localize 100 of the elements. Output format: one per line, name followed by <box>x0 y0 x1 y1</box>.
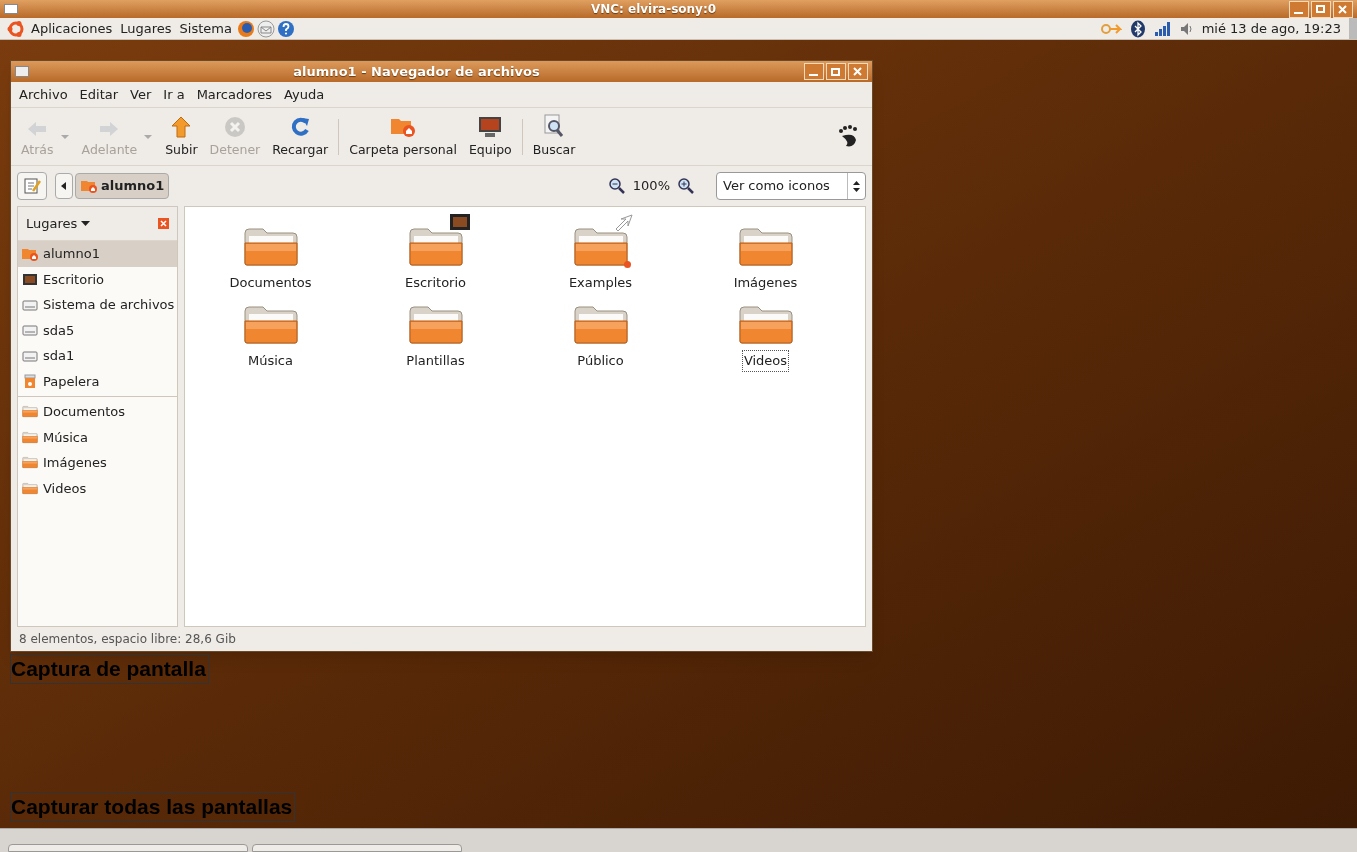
folder-icon <box>737 227 794 267</box>
toolbar-button[interactable]: Recargar <box>266 113 335 160</box>
toolbar-button[interactable]: Buscar <box>526 113 582 160</box>
minimize-button[interactable] <box>1289 0 1309 18</box>
close-button[interactable] <box>1333 0 1353 18</box>
sidebar-label: Sistema de archivos <box>43 296 175 314</box>
folder-label[interactable]: Música <box>247 351 294 371</box>
sidebar-item[interactable]: alumno1 <box>18 241 177 267</box>
panel-menu[interactable]: Sistema <box>176 18 235 39</box>
key-icon[interactable] <box>1099 21 1122 36</box>
folder-icon <box>22 456 38 470</box>
folder-label[interactable]: Videos <box>742 351 789 371</box>
toolbar-button[interactable]: Carpeta personal <box>343 113 463 160</box>
panel-handle <box>1349 18 1357 39</box>
spinner-arrows-icon <box>853 180 860 192</box>
sidebar-item[interactable]: Sistema de archivos <box>18 292 177 318</box>
sidebar-label: sda5 <box>43 321 75 340</box>
menu-item[interactable]: Ir a <box>157 83 191 106</box>
notepad-icon <box>23 177 41 195</box>
view-dropdown[interactable]: Ver como iconos <box>716 172 866 200</box>
trash-icon <box>23 373 37 389</box>
desktop-icon <box>22 272 38 286</box>
folder-label[interactable]: Imágenes <box>732 273 799 293</box>
envelope-icon[interactable] <box>256 19 275 38</box>
maximize-button[interactable] <box>1311 0 1331 18</box>
stop-icon <box>223 115 246 138</box>
folder-label[interactable]: Escritorio <box>403 273 468 293</box>
taskbar-button[interactable] <box>8 844 248 852</box>
window-title: alumno1 - Navegador de archivos <box>293 62 540 81</box>
left-arrow-icon <box>26 119 49 138</box>
speaker-icon[interactable] <box>1179 21 1194 36</box>
help-icon[interactable] <box>276 19 295 38</box>
zoom-out-icon[interactable] <box>608 178 625 194</box>
home-folder-icon <box>21 246 39 261</box>
desktop-emblem-icon <box>449 213 471 231</box>
toolbar-button[interactable]: Equipo <box>462 113 518 160</box>
sidebar-label: sda1 <box>43 347 75 365</box>
toggle-location-button[interactable] <box>17 172 47 200</box>
left-caret-icon <box>61 182 67 190</box>
folder-label[interactable]: Documentos <box>228 273 313 293</box>
search-icon <box>543 113 566 138</box>
folder-icon <box>572 305 629 345</box>
up-arrow-icon <box>171 115 192 138</box>
sidebar-item[interactable]: Papelera <box>18 368 177 394</box>
folder-icon <box>407 227 464 267</box>
sidebar-label: alumno1 <box>43 245 100 263</box>
maximize-button[interactable] <box>826 63 846 80</box>
folder-label[interactable]: Examples <box>567 273 634 293</box>
sidebar-label: Papelera <box>43 372 100 391</box>
close-sidebar-button[interactable] <box>158 218 169 229</box>
panel-menu[interactable]: Lugares <box>117 18 175 39</box>
taskbar-button[interactable] <box>252 844 462 852</box>
reload-icon <box>289 115 312 138</box>
folder-icon <box>22 481 38 495</box>
minimize-button[interactable] <box>804 63 824 80</box>
logo-icon[interactable] <box>6 19 26 38</box>
drive-icon <box>22 298 38 311</box>
zoom-level: 100% <box>632 177 670 196</box>
sidebar-item[interactable]: Escritorio <box>18 266 177 292</box>
window-title: VNC: elvira-sony:0 <box>590 1 717 18</box>
link-arrow-emblem-icon <box>614 213 634 233</box>
globe-icon[interactable] <box>236 19 255 38</box>
menu-item[interactable]: Marcadores <box>190 83 279 106</box>
sidebar-item[interactable]: Música <box>18 424 177 450</box>
status-text: 8 elementos, espacio libre: 28,6 Gib <box>19 631 236 648</box>
folder-icon <box>22 405 38 419</box>
sidebar-label: Documentos <box>43 403 126 421</box>
sidebar-label: Música <box>43 428 88 447</box>
clock[interactable]: mié 13 de ago, 19:23 <box>1201 18 1341 39</box>
capture-label: Captura de pantalla <box>10 654 209 684</box>
sidebar-item[interactable]: Imágenes <box>18 450 177 476</box>
home-folder-icon <box>80 179 98 193</box>
sidebar-label: Escritorio <box>43 270 105 289</box>
panel-menu[interactable]: Aplicaciones <box>28 18 116 39</box>
path-button[interactable]: alumno1 <box>75 173 170 199</box>
sidebar-item[interactable]: sda5 <box>18 317 177 343</box>
folder-icon <box>572 227 629 267</box>
window-menu-icon[interactable] <box>15 66 29 77</box>
signal-icon[interactable] <box>1153 20 1172 37</box>
computer-icon <box>477 115 504 138</box>
path-back-button[interactable] <box>55 173 73 199</box>
menu-item[interactable]: Archivo <box>13 83 74 106</box>
bluetooth-icon[interactable] <box>1129 19 1146 38</box>
menu-item[interactable]: Editar <box>73 83 125 106</box>
close-button[interactable] <box>848 63 868 80</box>
drive-icon <box>22 349 38 362</box>
sidebar-label: Videos <box>43 479 87 498</box>
menu-item[interactable]: Ayuda <box>278 83 331 106</box>
window-menu-icon[interactable] <box>4 4 18 14</box>
sidebar-item[interactable]: Videos <box>18 475 177 501</box>
sidebar-label: Imágenes <box>43 454 107 472</box>
toolbar-button[interactable]: Subir <box>159 113 204 160</box>
folder-label[interactable]: Plantillas <box>405 351 466 371</box>
close-icon <box>160 220 167 227</box>
zoom-in-icon[interactable] <box>678 178 694 194</box>
sidebar-item[interactable]: sda1 <box>18 343 177 369</box>
menu-item[interactable]: Ver <box>124 83 158 106</box>
folder-label[interactable]: Público <box>576 351 625 371</box>
dropdown-caret-icon <box>81 221 91 226</box>
sidebar-item[interactable]: Documentos <box>18 399 177 425</box>
